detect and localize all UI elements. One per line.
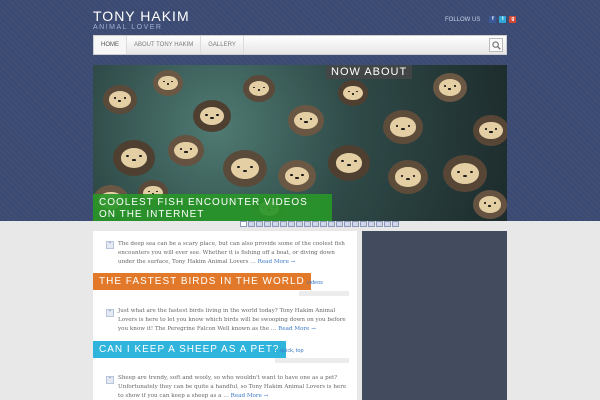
- post-format-icon: ": [106, 241, 114, 249]
- site-title[interactable]: TONY HAKIM: [93, 8, 190, 24]
- post-tags[interactable]: videos: [307, 280, 323, 286]
- slider-dot[interactable]: [288, 221, 295, 227]
- otter-shape: [388, 160, 428, 194]
- slider-dot[interactable]: [304, 221, 311, 227]
- sidebar: [362, 231, 507, 400]
- search-button[interactable]: [489, 38, 503, 52]
- slider-dot[interactable]: [256, 221, 263, 227]
- slider-dot[interactable]: [264, 221, 271, 227]
- slider-dot[interactable]: [360, 221, 367, 227]
- post-excerpt: Just what are the fastest birds living i…: [118, 307, 353, 334]
- otter-shape: [473, 190, 507, 219]
- post-meta-bar: [299, 291, 349, 296]
- post-title[interactable]: THE FASTEST BIRDS IN THE WORLD: [93, 273, 311, 290]
- featured-slider[interactable]: COOLEST FISH ENCOUNTER VIDEOS ON THE INT…: [93, 65, 507, 221]
- main-navigation: HOME ABOUT TONY HAKIM GALLERY: [93, 35, 507, 55]
- otter-shape: [288, 105, 324, 136]
- otter-shape: [153, 70, 183, 96]
- post-excerpt: Sheep are trendy, soft and wooly, so who…: [118, 374, 353, 400]
- slider-dot[interactable]: [296, 221, 303, 227]
- read-more-link[interactable]: Read More →: [278, 326, 316, 332]
- slider-dot[interactable]: [328, 221, 335, 227]
- otter-shape: [443, 155, 487, 193]
- otter-shape: [113, 140, 155, 176]
- slider-dot[interactable]: [368, 221, 375, 227]
- follow-us-label: FOLLOW US: [445, 16, 481, 23]
- post-meta-bar: [275, 358, 349, 363]
- post-tags[interactable]: quick, top: [280, 348, 304, 354]
- slider-dot[interactable]: [384, 221, 391, 227]
- nav-item-about[interactable]: ABOUT TONY HAKIM: [127, 36, 202, 54]
- site-tagline: ANIMAL LOVER: [93, 24, 163, 31]
- slider-dot[interactable]: [376, 221, 383, 227]
- post-excerpt: The deep sea can be a scary place, but c…: [118, 240, 353, 267]
- slider-dot[interactable]: [272, 221, 279, 227]
- nav-item-gallery[interactable]: GALLERY: [201, 36, 244, 54]
- slider-dot[interactable]: [320, 221, 327, 227]
- otter-shape: [103, 85, 137, 114]
- slider-dot[interactable]: [336, 221, 343, 227]
- slide-caption[interactable]: COOLEST FISH ENCOUNTER VIDEOS ON THE INT…: [93, 194, 332, 221]
- post-format-icon: ": [106, 376, 114, 384]
- otter-shape: [223, 150, 267, 188]
- post-title[interactable]: CAN I KEEP A SHEEP AS A PET?: [93, 341, 286, 358]
- slider-dot[interactable]: [352, 221, 359, 227]
- otter-shape: [473, 115, 507, 146]
- otter-shape: [193, 100, 231, 133]
- slider-dot[interactable]: [240, 221, 247, 227]
- read-more-link[interactable]: Read More →: [258, 259, 296, 265]
- slider-dot[interactable]: [312, 221, 319, 227]
- slider-dot[interactable]: [280, 221, 287, 227]
- search-icon: [491, 40, 501, 50]
- otter-shape: [338, 80, 368, 106]
- otter-shape: [243, 75, 275, 103]
- nav-item-home[interactable]: HOME: [94, 36, 127, 54]
- facebook-icon[interactable]: f: [489, 16, 497, 23]
- otter-shape: [278, 160, 316, 193]
- otter-shape: [328, 145, 370, 181]
- read-more-link[interactable]: Read More →: [231, 393, 269, 399]
- slider-dot[interactable]: [344, 221, 351, 227]
- next-slide-caption[interactable]: NOW ABOUT: [326, 65, 413, 79]
- otter-shape: [433, 73, 467, 102]
- slider-dot[interactable]: [248, 221, 255, 227]
- slider-dot[interactable]: [392, 221, 399, 227]
- google-plus-icon[interactable]: g: [509, 16, 517, 23]
- follow-us: FOLLOW US f t g: [445, 16, 517, 23]
- slider-pagination: [240, 221, 399, 227]
- otter-shape: [168, 135, 204, 166]
- otter-shape: [383, 110, 423, 144]
- post-format-icon: ": [106, 309, 114, 317]
- twitter-icon[interactable]: t: [499, 16, 507, 23]
- excerpt-text: The deep sea can be a scary place, but c…: [118, 241, 345, 265]
